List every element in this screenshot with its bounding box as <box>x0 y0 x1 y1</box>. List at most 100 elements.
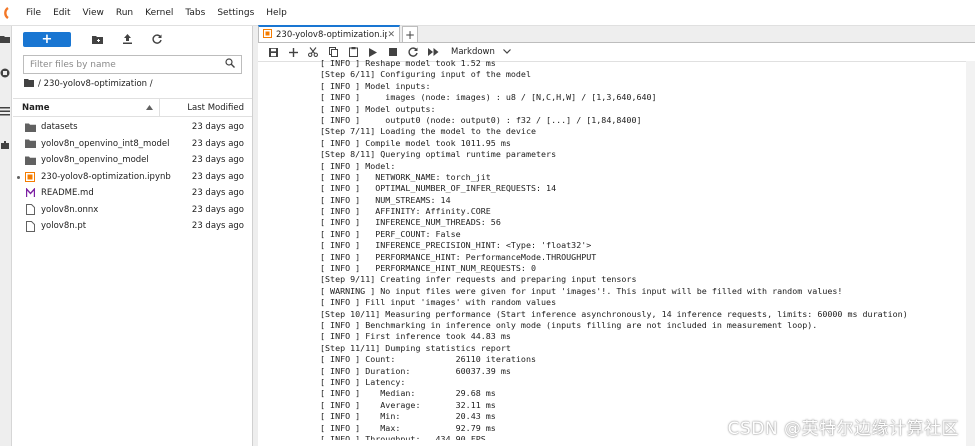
sort-caret-up-icon <box>146 103 153 113</box>
notebook-icon <box>24 171 36 183</box>
tab-label: 230-yolov8-optimization.ipyn <box>276 29 388 40</box>
file-browser-toolbar: + <box>13 28 252 50</box>
menu-bar: File Edit View Run Kernel Tabs Settings … <box>0 0 975 26</box>
notebook-scrollbar[interactable] <box>966 61 975 446</box>
file-modified: 23 days ago <box>191 171 244 182</box>
output-line: [Step 10/11] Measuring performance (Star… <box>320 308 908 319</box>
file-browser: + / 230-yolov8-optimization / Name Last … <box>13 26 253 446</box>
add-tab-button[interactable]: + <box>402 26 418 42</box>
output-line: [Step 7/11] Loading the model to the dev… <box>320 126 537 137</box>
extensions-tab-icon[interactable] <box>0 140 10 150</box>
output-line: [ INFO ] PERFORMANCE_HINT: PerformanceMo… <box>320 251 597 262</box>
watermark: CSDN @英特尔边缘计算社区 <box>727 419 959 439</box>
file-modified: 23 days ago <box>191 155 244 166</box>
file-name: yolov8n_openvino_model <box>41 155 149 166</box>
output-line: [ INFO ] OPTIMAL_NUMBER_OF_INFER_REQUEST… <box>320 183 557 194</box>
file-row-int8-model[interactable]: yolov8n_openvino_int8_model 23 days ago <box>13 136 252 153</box>
output-line: [Step 11/11] Dumping statistics report <box>320 342 511 353</box>
menu-view[interactable]: View <box>77 0 110 26</box>
running-indicator <box>17 175 20 179</box>
name-column-header[interactable]: Name <box>13 99 160 116</box>
file-row-datasets[interactable]: datasets 23 days ago <box>13 119 252 136</box>
close-icon[interactable]: ✕ <box>387 30 395 40</box>
output-line: [ INFO ] Compile model took 1011.95 ms <box>320 137 511 148</box>
output-line: [ INFO ] Median: 29.68 ms <box>320 388 496 399</box>
activity-rail <box>0 26 12 446</box>
output-line: [ INFO ] INFERENCE_NUM_THREADS: 56 <box>320 217 501 228</box>
output-line: [ INFO ] PERF_COUNT: False <box>320 228 461 239</box>
output-line: [ INFO ] NUM_STREAMS: 14 <box>320 194 451 205</box>
cell-type-select[interactable]: Markdown <box>451 47 511 57</box>
refresh-icon[interactable] <box>143 30 171 48</box>
file-name: README.md <box>41 188 94 199</box>
file-modified: 23 days ago <box>191 221 244 232</box>
file-row-pt[interactable]: yolov8n.pt 23 days ago <box>13 218 252 235</box>
file-name: 230-yolov8-optimization.ipynb <box>41 171 171 182</box>
output-line: [Step 6/11] Configuring input of the mod… <box>320 69 531 80</box>
output-line: [ INFO ] Fill input 'images' with random… <box>320 297 557 308</box>
file-list: datasets 23 days ago yolov8n_openvino_in… <box>13 119 252 235</box>
output-line: [ WARNING ] No input files were given fo… <box>320 285 843 296</box>
file-row-notebook[interactable]: 230-yolov8-optimization.ipynb 23 days ag… <box>13 169 252 186</box>
output-line: [ INFO ] Average: 32.11 ms <box>320 399 496 410</box>
last-modified-column-header[interactable]: Last Modified <box>160 103 252 113</box>
output-line: [ INFO ] Reshape model took 1.52 ms <box>320 58 496 68</box>
output-line: [ INFO ] Latency: <box>320 376 406 387</box>
filter-files-field[interactable] <box>23 55 242 74</box>
file-row-openvino-model[interactable]: yolov8n_openvino_model 23 days ago <box>13 152 252 169</box>
tab-bar: 230-yolov8-optimization.ipyn ✕ + <box>258 25 975 43</box>
upload-icon[interactable] <box>113 30 141 48</box>
cell-type-value: Markdown <box>451 47 495 57</box>
menu-edit[interactable]: Edit <box>47 0 76 26</box>
folder-icon <box>24 121 36 133</box>
new-folder-icon[interactable] <box>83 30 111 48</box>
output-line: [ INFO ] Model outputs: <box>320 103 436 114</box>
file-modified: 23 days ago <box>191 122 244 133</box>
commands-tab-icon[interactable] <box>0 106 10 116</box>
running-tab-icon[interactable] <box>0 68 10 78</box>
file-modified: 23 days ago <box>191 204 244 215</box>
output-line: [ INFO ] Benchmarking in inference only … <box>320 319 818 330</box>
output-line: [ INFO ] INFERENCE_PRECISION_HINT: <Type… <box>320 240 592 251</box>
output-line: [ INFO ] Model inputs: <box>320 80 431 91</box>
output-line: [ INFO ] Model: <box>320 160 396 171</box>
notebook-panel: 230-yolov8-optimization.ipyn ✕ + <box>258 25 975 446</box>
insert-cell-icon[interactable] <box>283 43 303 61</box>
output-line: [Step 9/11] Creating infer requests and … <box>320 274 637 285</box>
file-name: yolov8n.onnx <box>41 204 99 215</box>
cell-output: [ INFO ] Reshape model took 1.52 ms [Step… <box>320 58 975 440</box>
markdown-icon <box>24 187 36 199</box>
menu-settings[interactable]: Settings <box>211 0 260 26</box>
folder-icon <box>24 154 36 166</box>
save-icon[interactable] <box>263 43 283 61</box>
file-row-readme[interactable]: README.md 23 days ago <box>13 185 252 202</box>
output-line: [ INFO ] Count: 26110 iterations <box>320 354 537 365</box>
folder-tab-icon[interactable] <box>0 34 10 44</box>
breadcrumb: / 230-yolov8-optimization / <box>13 74 252 94</box>
menu-run[interactable]: Run <box>110 0 139 26</box>
output-line: [ INFO ] Duration: 60037.39 ms <box>320 365 511 376</box>
breadcrumb-home-icon[interactable] <box>24 78 34 90</box>
file-modified: 23 days ago <box>191 138 244 149</box>
file-modified: 23 days ago <box>191 188 244 199</box>
file-name: yolov8n.pt <box>41 221 87 232</box>
tab-notebook[interactable]: 230-yolov8-optimization.ipyn ✕ <box>258 25 400 42</box>
output-line: [ INFO ] First inference took 44.83 ms <box>320 331 511 342</box>
menu-file[interactable]: File <box>20 0 47 26</box>
file-name: datasets <box>41 122 78 133</box>
chevron-down-icon <box>502 47 511 57</box>
menu-kernel[interactable]: Kernel <box>139 0 179 26</box>
menu-tabs[interactable]: Tabs <box>179 0 211 26</box>
output-line: [ INFO ] AFFINITY: Affinity.CORE <box>320 206 491 217</box>
notebook-icon <box>263 28 272 41</box>
output-line: [ INFO ] PERFORMANCE_HINT_NUM_REQUESTS: … <box>320 263 537 274</box>
filter-files-input[interactable] <box>30 59 225 70</box>
breadcrumb-path[interactable]: / 230-yolov8-optimization / <box>38 79 153 89</box>
new-launcher-button[interactable]: + <box>23 31 71 47</box>
output-line: [ INFO ] images (node: images) : u8 / [N… <box>320 92 657 103</box>
jupyter-logo-icon[interactable] <box>0 2 14 24</box>
menu-help[interactable]: Help <box>260 0 293 26</box>
name-column-label: Name <box>22 102 50 113</box>
file-row-onnx[interactable]: yolov8n.onnx 23 days ago <box>13 202 252 219</box>
file-name: yolov8n_openvino_int8_model <box>41 138 170 149</box>
